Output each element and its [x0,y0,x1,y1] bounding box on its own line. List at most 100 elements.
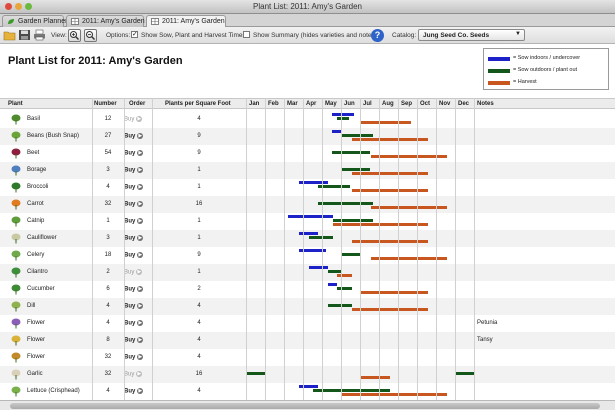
plant-name: Dill [27,303,36,309]
arrow-right-icon: ▶ [137,337,144,343]
buy-button[interactable]: Buy ▶ [124,269,152,276]
outdoor-bar [341,134,374,137]
plant-name: Lettuce (Crisphead) [27,388,80,394]
help-button[interactable]: ? [371,29,384,42]
harvest-bar [360,121,412,124]
column-order[interactable]: Order [129,101,145,107]
show-times-checkbox[interactable]: ✓ [131,31,138,38]
zoom-in-button[interactable] [68,29,81,42]
plants-per-sqft: 2 [197,286,201,292]
legend-label: = Sow indoors / undercover [513,55,581,61]
buy-button[interactable]: Buy ▶ [124,286,152,293]
legend-label: = Sow outdoors / plant out [513,67,578,73]
buy-label: Buy [124,371,135,378]
buy-label: Buy [124,320,136,327]
buy-button[interactable]: Buy ▶ [124,116,152,123]
plant-name: Flower [27,337,46,343]
scrollbar-thumb[interactable] [10,403,600,409]
plant-name: Beet [27,150,40,156]
buy-label: Buy [124,133,136,140]
buy-button[interactable]: Buy ▶ [124,303,152,310]
buy-button[interactable]: Buy ▶ [124,201,152,208]
tab-garden-plan[interactable]: 2011: Amy's Garden [66,15,145,27]
buy-button[interactable]: Buy ▶ [124,218,152,225]
outdoor-bar [333,219,374,222]
print-icon[interactable] [33,29,46,41]
buy-label: Buy [124,337,136,344]
buy-button[interactable]: Buy ▶ [124,184,152,191]
cauliflower-icon [10,232,22,244]
legend: = Sow indoors / undercover = Sow outdoor… [483,48,609,90]
beet-icon [10,147,22,159]
plant-number: 8 [106,337,110,343]
plant-number: 1 [106,218,110,224]
buy-button[interactable]: Buy ▶ [124,150,152,157]
column-month-aug: Aug [382,101,394,107]
open-folder-icon[interactable] [3,29,16,41]
column-divider [303,98,304,410]
plant-notes: Tansy [477,337,493,343]
buy-label: Buy [124,303,136,310]
legend-label: = Harvest [513,79,537,85]
buy-button[interactable]: Buy ▶ [124,235,152,242]
zoom-out-button[interactable] [84,29,97,42]
arrow-right-icon: ▶ [137,286,144,292]
arrow-right-icon: ▶ [137,354,144,360]
cilantro-icon [10,266,22,278]
leaf-icon [8,19,14,24]
plant-number: 32 [104,354,112,360]
view-label: View: [51,32,67,39]
title-bar: Plant List: 2011: Amy's Garden [0,0,615,14]
harvest-bar [337,274,353,277]
legend-swatch [488,69,510,73]
save-disk-icon[interactable] [18,29,31,41]
column-plant[interactable]: Plant [8,101,23,107]
column-plants-per-sqft[interactable]: Plants per Square Foot [165,101,231,107]
show-times-label[interactable]: Show Sow, Plant and Harvest Times [141,32,246,39]
outdoor-bar [455,372,474,375]
options-label: Options: [106,32,131,39]
flower-icon [10,351,22,363]
lettuce-icon [10,385,22,397]
outdoor-bar [327,270,341,273]
plants-per-sqft: 4 [197,337,201,343]
dill-icon [10,300,22,312]
buy-button[interactable]: Buy ▶ [124,133,152,140]
plant-number: 6 [106,286,110,292]
buy-label: Buy [124,184,136,191]
plant-number: 4 [106,320,110,326]
plant-name: Garlic [27,371,43,377]
toolbar: View: Options: ✓ Show Sow, Plant and Har… [0,27,615,44]
buy-button[interactable]: Buy ▶ [124,320,152,327]
carrot-icon [10,198,22,210]
tab-bar: Garden Planner 2011: Amy's Garden 2011: … [0,14,615,27]
buy-button[interactable]: Buy ▶ [124,252,152,259]
indoor-bar [327,283,338,286]
arrow-right-icon: ▶ [137,167,144,173]
buy-button[interactable]: Buy ▶ [124,167,152,174]
column-divider [265,98,266,410]
column-month-mar: Mar [287,101,298,107]
horizontal-scrollbar[interactable] [0,400,615,410]
show-summary-checkbox[interactable] [243,31,250,38]
tab-plant-list[interactable]: 2011: Amy's Garden [146,15,226,27]
show-summary-label[interactable]: Show Summary (hides varieties and notes) [253,32,377,39]
plant-name: Catnip [27,218,45,224]
plant-notes: Petunia [477,320,498,326]
buy-label: Buy [124,388,136,395]
arrow-right-icon: ▶ [137,150,144,156]
column-divider [152,98,153,410]
plant-number: 4 [106,303,110,309]
buy-button[interactable]: Buy ▶ [124,388,152,395]
plants-per-sqft: 16 [195,371,203,377]
buy-button[interactable]: Buy ▶ [124,354,152,361]
tab-garden-planner[interactable]: Garden Planner [2,15,67,27]
catalog-select[interactable]: Jung Seed Co. Seeds ▼ [418,29,525,41]
column-month-dec: Dec [458,101,470,107]
buy-button[interactable]: Buy ▶ [124,337,152,344]
plant-number: 32 [104,371,112,377]
plant-number: 4 [106,184,110,190]
buy-button[interactable]: Buy ▶ [124,371,152,378]
column-notes[interactable]: Notes [477,101,494,107]
column-number[interactable]: Number [94,101,117,107]
